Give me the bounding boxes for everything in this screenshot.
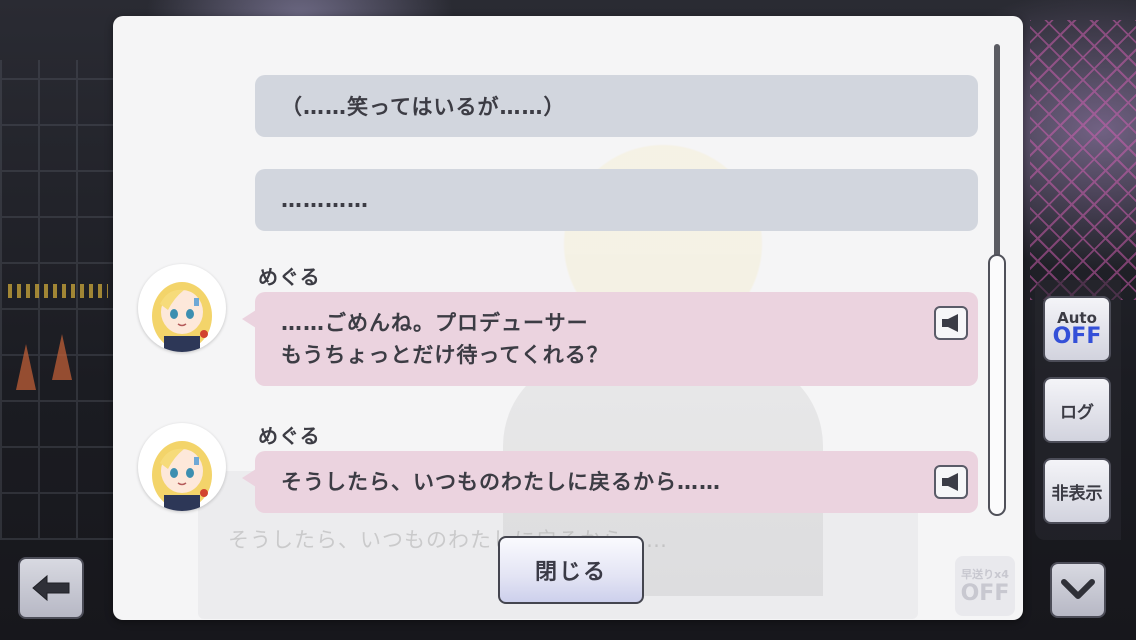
narration-text: ………… [281, 188, 369, 212]
traffic-cone [52, 334, 72, 380]
speech-bubble: ……ごめんね。プロデューサー もうちょっとだけ待ってくれる？ [242, 292, 978, 386]
speaker-avatar [138, 264, 226, 352]
speech-text: そうしたら、いつものわたしに戻るから…… [281, 470, 721, 494]
auto-toggle-button[interactable]: Auto OFF [1043, 296, 1111, 362]
speaker-icon [942, 314, 958, 332]
speech-text: ……ごめんね。プロデューサー もうちょっとだけ待ってくれる？ [281, 311, 609, 367]
narration-text: （……笑ってはいるが……） [281, 95, 566, 119]
log-entry-speech: そうしたら、いつものわたしに戻るから…… [242, 451, 978, 513]
back-arrow-icon [32, 574, 70, 602]
log-button[interactable]: ログ [1043, 377, 1111, 443]
voice-replay-button[interactable] [934, 465, 968, 499]
fast-forward-value: OFF [960, 581, 1010, 606]
log-dialog: そうしたら、いつものわたしに戻るから…… 早送りx4 OFF （……笑ってはいる… [113, 16, 1023, 620]
speaker-name: めぐる [258, 424, 321, 448]
speaker-avatar [138, 423, 226, 511]
fast-forward-label: 早送りx4 [961, 568, 1009, 581]
narration-bubble: （……笑ってはいるが……） [255, 75, 978, 137]
hide-ui-button[interactable]: 非表示 [1043, 458, 1111, 524]
scroll-down-button[interactable] [1050, 562, 1106, 618]
speech-bubble: そうしたら、いつものわたしに戻るから…… [242, 451, 978, 513]
close-button[interactable]: 閉じる [498, 536, 644, 604]
auto-value: OFF [1052, 324, 1102, 349]
string-lights [8, 284, 108, 298]
hide-label: 非表示 [1051, 483, 1103, 504]
log-entry-narration: ………… [255, 169, 978, 231]
speaker-icon [942, 473, 958, 491]
stage-truss [1030, 20, 1136, 300]
back-button[interactable] [18, 557, 84, 619]
chevron-down-icon [1061, 579, 1095, 599]
background-fast-forward-indicator: 早送りx4 OFF [955, 556, 1015, 616]
narration-bubble: ………… [255, 169, 978, 231]
voice-replay-button[interactable] [934, 306, 968, 340]
speaker-name: めぐる [258, 265, 321, 289]
log-entry-narration: （……笑ってはいるが……） [255, 75, 978, 137]
scrollbar-thumb[interactable] [988, 254, 1006, 516]
character-portrait-icon [152, 441, 212, 511]
log-entry-speech: ……ごめんね。プロデューサー もうちょっとだけ待ってくれる？ [242, 292, 978, 386]
character-portrait-icon [152, 282, 212, 352]
log-label: ログ [1060, 402, 1094, 423]
scaffold-grid [0, 60, 120, 540]
traffic-cone [16, 344, 36, 390]
